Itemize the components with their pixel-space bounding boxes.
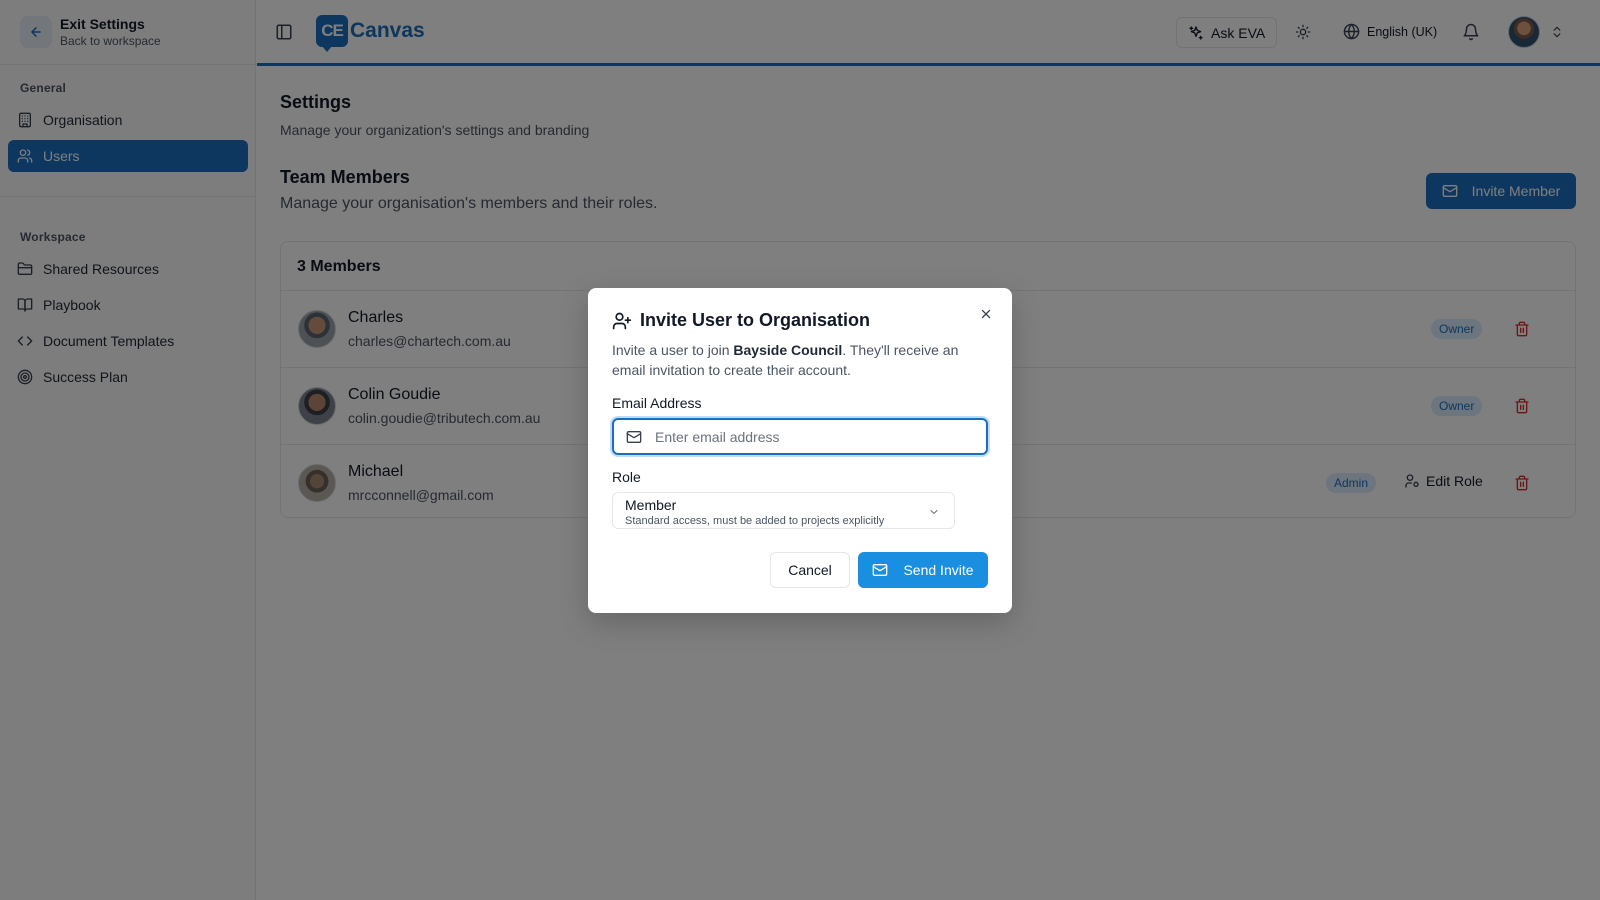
role-description: Standard access, must be added to projec… [625, 515, 885, 527]
mail-icon [626, 429, 642, 445]
send-invite-label: Send Invite [903, 562, 974, 578]
cancel-button[interactable]: Cancel [770, 552, 850, 588]
dialog-title-text: Invite User to Organisation [640, 310, 871, 330]
invite-user-dialog: Invite User to Organisation Invite a use… [588, 288, 1012, 613]
dialog-title: Invite User to Organisation [612, 310, 870, 331]
close-dialog-button[interactable] [977, 305, 995, 323]
organisation-name: Bayside Council [733, 342, 843, 358]
role-select[interactable]: Member Standard access, must be added to… [612, 492, 955, 529]
user-plus-icon [612, 311, 632, 331]
role-value: Member [625, 497, 677, 513]
dialog-description: Invite a user to join Bayside Council. T… [612, 340, 988, 380]
send-invite-button[interactable]: Send Invite [858, 552, 988, 588]
close-icon [979, 307, 993, 321]
email-label: Email Address [612, 395, 702, 411]
role-label: Role [612, 469, 641, 485]
mail-icon [872, 562, 888, 578]
email-input[interactable] [655, 428, 955, 445]
email-field[interactable] [612, 418, 988, 455]
desc-prefix: Invite a user to join [612, 342, 734, 358]
chevron-down-icon [928, 506, 940, 518]
